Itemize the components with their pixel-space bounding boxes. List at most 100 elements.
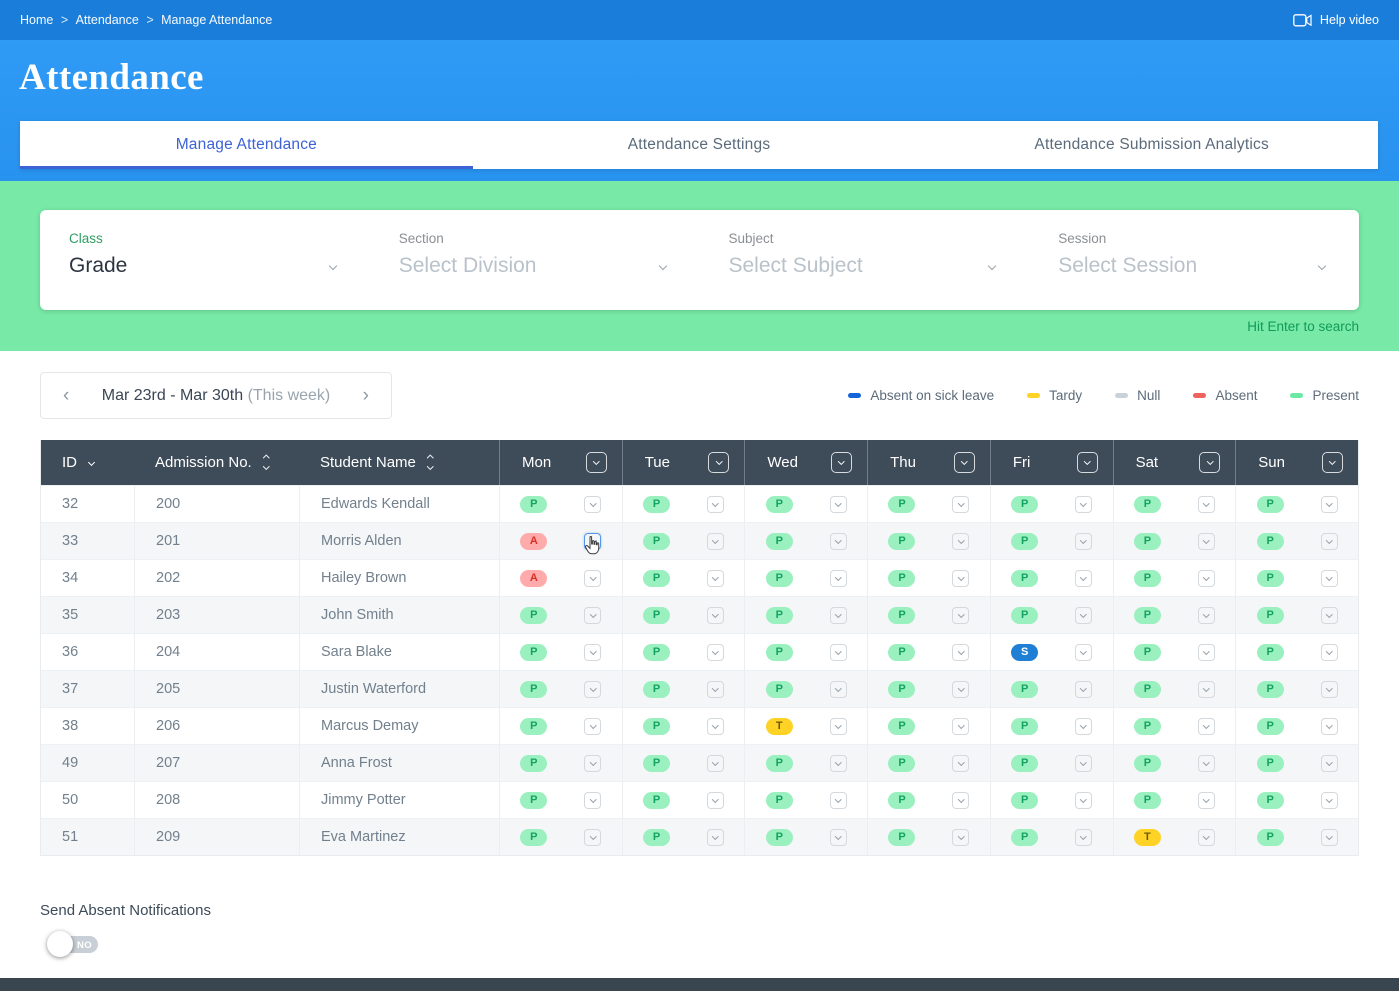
status-pill-p[interactable]: P <box>643 829 670 846</box>
subject-filter-dropdown[interactable]: Subject Select Subject <box>700 210 1030 310</box>
mon-column-dropdown[interactable] <box>586 452 607 473</box>
status-pill-p[interactable]: P <box>520 496 547 513</box>
breadcrumb-item-attendance[interactable]: Attendance <box>76 13 139 27</box>
status-pill-p[interactable]: P <box>643 792 670 809</box>
status-pill-a[interactable]: A <box>520 533 547 550</box>
status-dropdown[interactable] <box>707 829 724 846</box>
status-dropdown[interactable] <box>1198 570 1215 587</box>
status-dropdown[interactable] <box>1198 718 1215 735</box>
status-dropdown[interactable] <box>830 681 847 698</box>
status-pill-p[interactable]: P <box>520 607 547 624</box>
status-pill-p[interactable]: P <box>520 755 547 772</box>
status-dropdown[interactable] <box>1075 496 1092 513</box>
status-pill-p[interactable]: P <box>1134 570 1161 587</box>
status-dropdown[interactable] <box>952 570 969 587</box>
status-dropdown[interactable] <box>830 792 847 809</box>
status-dropdown[interactable] <box>952 607 969 624</box>
status-dropdown[interactable] <box>707 607 724 624</box>
status-pill-p[interactable]: P <box>1011 607 1038 624</box>
status-dropdown[interactable] <box>1075 792 1092 809</box>
status-pill-p[interactable]: P <box>1011 570 1038 587</box>
status-pill-p[interactable]: P <box>1134 644 1161 661</box>
status-dropdown[interactable] <box>584 644 601 661</box>
status-dropdown[interactable] <box>1321 607 1338 624</box>
status-dropdown[interactable] <box>952 496 969 513</box>
status-pill-p[interactable]: P <box>643 681 670 698</box>
status-dropdown[interactable] <box>707 644 724 661</box>
status-pill-p[interactable]: P <box>766 533 793 550</box>
status-pill-p[interactable]: P <box>1257 829 1284 846</box>
class-filter-dropdown[interactable]: Class Grade <box>40 210 370 310</box>
next-week-button[interactable]: › <box>363 386 369 405</box>
status-dropdown[interactable] <box>830 829 847 846</box>
status-dropdown[interactable] <box>830 496 847 513</box>
toggle-knob[interactable] <box>47 931 73 957</box>
status-pill-p[interactable]: P <box>1134 718 1161 735</box>
status-dropdown[interactable] <box>584 755 601 772</box>
tab-attendance-settings[interactable]: Attendance Settings <box>473 121 926 169</box>
status-dropdown[interactable] <box>584 607 601 624</box>
status-pill-p[interactable]: P <box>1011 496 1038 513</box>
status-pill-p[interactable]: P <box>766 755 793 772</box>
prev-week-button[interactable]: ‹ <box>63 386 69 405</box>
status-dropdown[interactable] <box>1321 496 1338 513</box>
status-dropdown[interactable] <box>584 570 601 587</box>
status-pill-p[interactable]: P <box>888 607 915 624</box>
status-pill-p[interactable]: P <box>888 644 915 661</box>
status-dropdown[interactable] <box>1075 570 1092 587</box>
status-dropdown[interactable] <box>707 681 724 698</box>
column-header-admission[interactable]: Admission No. <box>134 440 299 485</box>
status-pill-p[interactable]: P <box>643 755 670 772</box>
status-dropdown[interactable] <box>1198 792 1215 809</box>
status-dropdown[interactable] <box>707 570 724 587</box>
status-dropdown[interactable] <box>707 792 724 809</box>
status-pill-p[interactable]: P <box>643 533 670 550</box>
status-dropdown[interactable] <box>830 570 847 587</box>
status-pill-p[interactable]: P <box>1257 496 1284 513</box>
status-pill-p[interactable]: P <box>1257 718 1284 735</box>
status-dropdown[interactable] <box>1198 644 1215 661</box>
status-pill-p[interactable]: P <box>766 681 793 698</box>
status-dropdown[interactable] <box>707 533 724 550</box>
status-pill-p[interactable]: P <box>888 570 915 587</box>
fri-column-dropdown[interactable] <box>1077 452 1098 473</box>
status-pill-p[interactable]: P <box>1011 533 1038 550</box>
status-dropdown[interactable] <box>830 533 847 550</box>
status-pill-p[interactable]: P <box>1134 792 1161 809</box>
status-pill-p[interactable]: P <box>643 607 670 624</box>
status-pill-p[interactable]: P <box>888 829 915 846</box>
status-dropdown[interactable] <box>1198 755 1215 772</box>
session-filter-dropdown[interactable]: Session Select Session <box>1029 210 1359 310</box>
status-dropdown[interactable] <box>830 607 847 624</box>
status-dropdown[interactable] <box>1075 829 1092 846</box>
status-dropdown[interactable] <box>1198 681 1215 698</box>
status-dropdown[interactable] <box>1075 718 1092 735</box>
status-pill-p[interactable]: P <box>520 644 547 661</box>
status-dropdown[interactable] <box>584 718 601 735</box>
status-dropdown[interactable] <box>1075 607 1092 624</box>
status-pill-p[interactable]: P <box>520 718 547 735</box>
column-header-id[interactable]: ID <box>41 440 134 485</box>
tue-column-dropdown[interactable] <box>708 452 729 473</box>
help-video-link[interactable]: Help video <box>1293 13 1379 27</box>
status-dropdown[interactable] <box>1321 718 1338 735</box>
status-pill-p[interactable]: P <box>1134 681 1161 698</box>
status-dropdown[interactable] <box>1075 681 1092 698</box>
status-dropdown[interactable] <box>830 718 847 735</box>
absent-notifications-toggle[interactable]: NO <box>52 936 98 953</box>
status-pill-p[interactable]: P <box>1134 496 1161 513</box>
status-pill-p[interactable]: P <box>1011 755 1038 772</box>
status-pill-p[interactable]: P <box>766 496 793 513</box>
status-pill-s[interactable]: S <box>1011 644 1038 661</box>
status-dropdown[interactable] <box>1321 533 1338 550</box>
status-pill-p[interactable]: P <box>1257 533 1284 550</box>
status-dropdown[interactable] <box>1198 496 1215 513</box>
status-dropdown[interactable] <box>1321 792 1338 809</box>
section-filter-dropdown[interactable]: Section Select Division <box>370 210 700 310</box>
status-dropdown[interactable] <box>952 755 969 772</box>
status-pill-p[interactable]: P <box>766 829 793 846</box>
status-pill-p[interactable]: P <box>520 829 547 846</box>
status-dropdown[interactable] <box>1075 755 1092 772</box>
status-dropdown[interactable] <box>830 755 847 772</box>
status-pill-p[interactable]: P <box>766 644 793 661</box>
